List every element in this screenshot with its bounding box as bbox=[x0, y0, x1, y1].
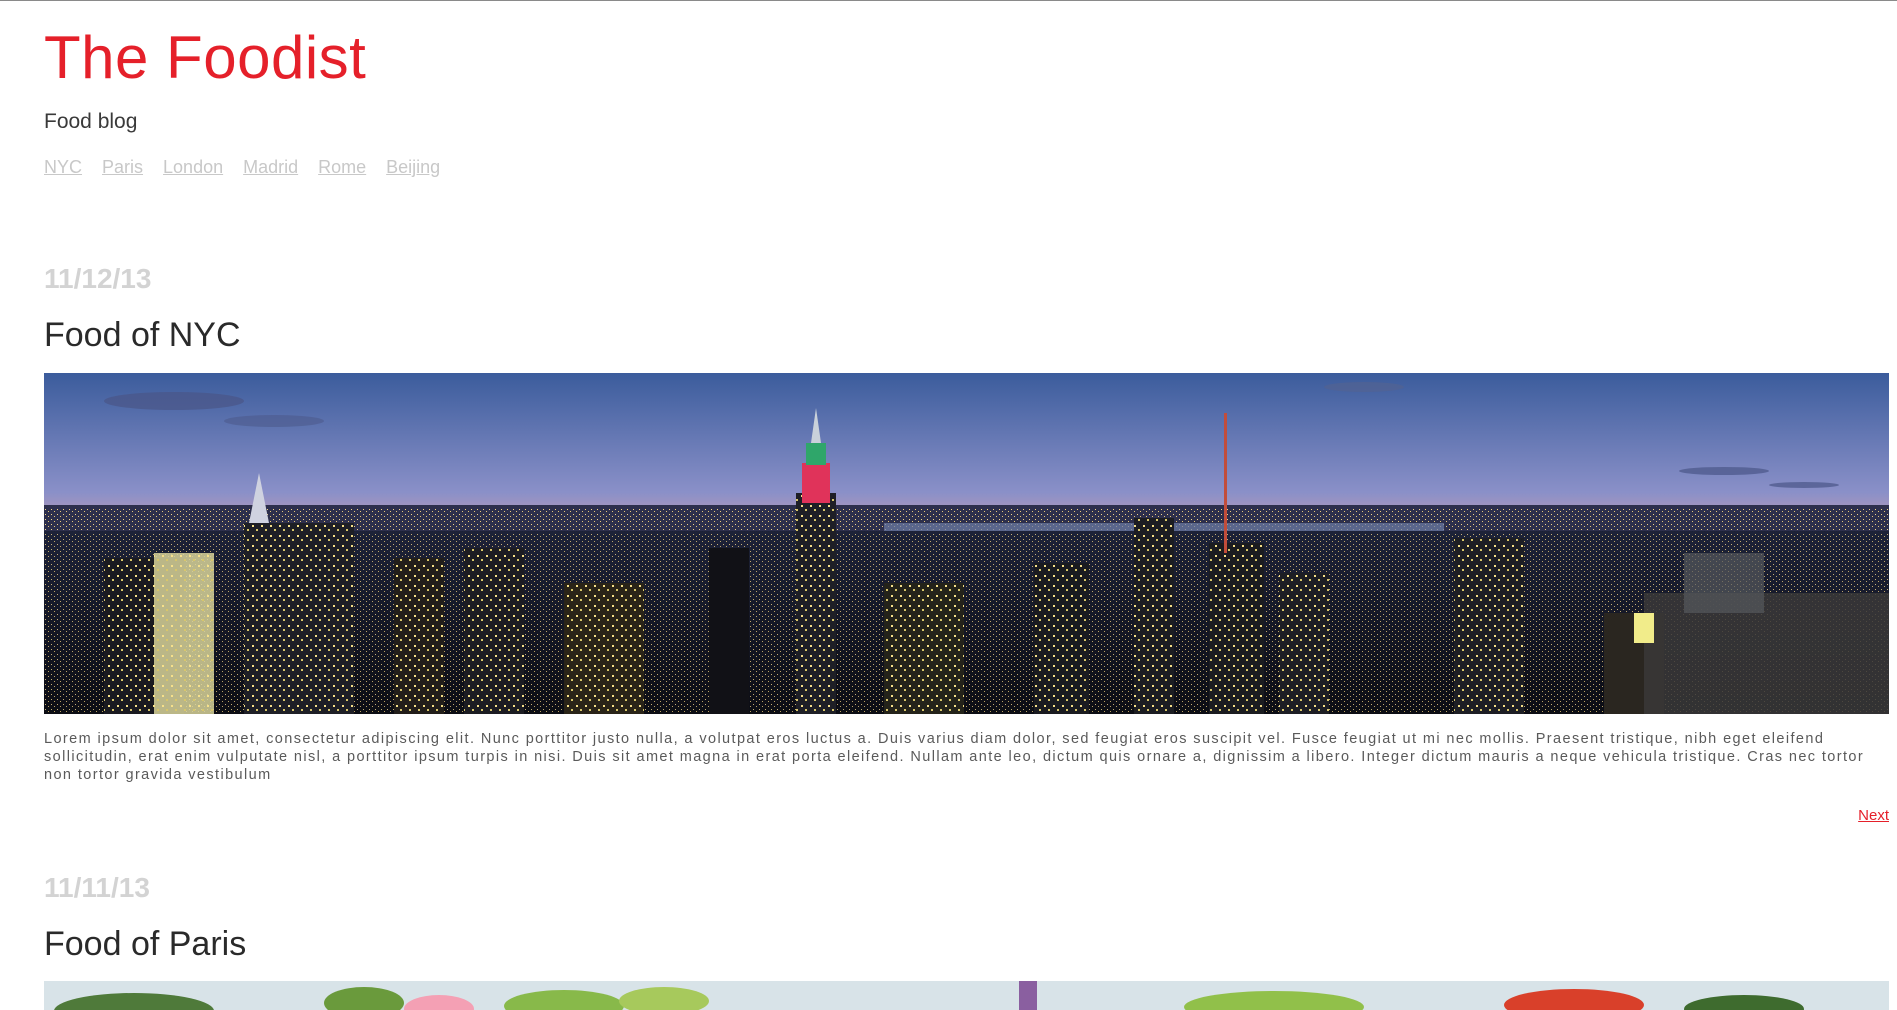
post-title: Food of Paris bbox=[44, 925, 247, 963]
paris-food-image bbox=[44, 981, 1889, 1010]
city-nav: NYC Paris London Madrid Rome Beijing bbox=[44, 155, 440, 179]
site-tagline: Food blog bbox=[44, 110, 138, 133]
nav-link-rome[interactable]: Rome bbox=[318, 155, 366, 179]
post-body: Lorem ipsum dolor sit amet, consectetur … bbox=[44, 731, 1865, 783]
nav-link-beijing[interactable]: Beijing bbox=[386, 155, 440, 179]
post-date: 11/12/13 bbox=[44, 263, 152, 294]
nyc-skyline-image bbox=[44, 373, 1889, 714]
nav-link-london[interactable]: London bbox=[163, 155, 223, 179]
site-title: The Foodist bbox=[44, 24, 367, 91]
page: The Foodist Food blog NYC Paris London M… bbox=[44, 0, 1889, 1010]
next-link[interactable]: Next bbox=[1858, 807, 1889, 824]
nav-link-nyc[interactable]: NYC bbox=[44, 155, 82, 179]
post-date: 11/11/13 bbox=[44, 872, 150, 903]
nav-link-madrid[interactable]: Madrid bbox=[243, 155, 298, 179]
post-title: Food of NYC bbox=[44, 316, 241, 354]
nav-link-paris[interactable]: Paris bbox=[102, 155, 143, 179]
